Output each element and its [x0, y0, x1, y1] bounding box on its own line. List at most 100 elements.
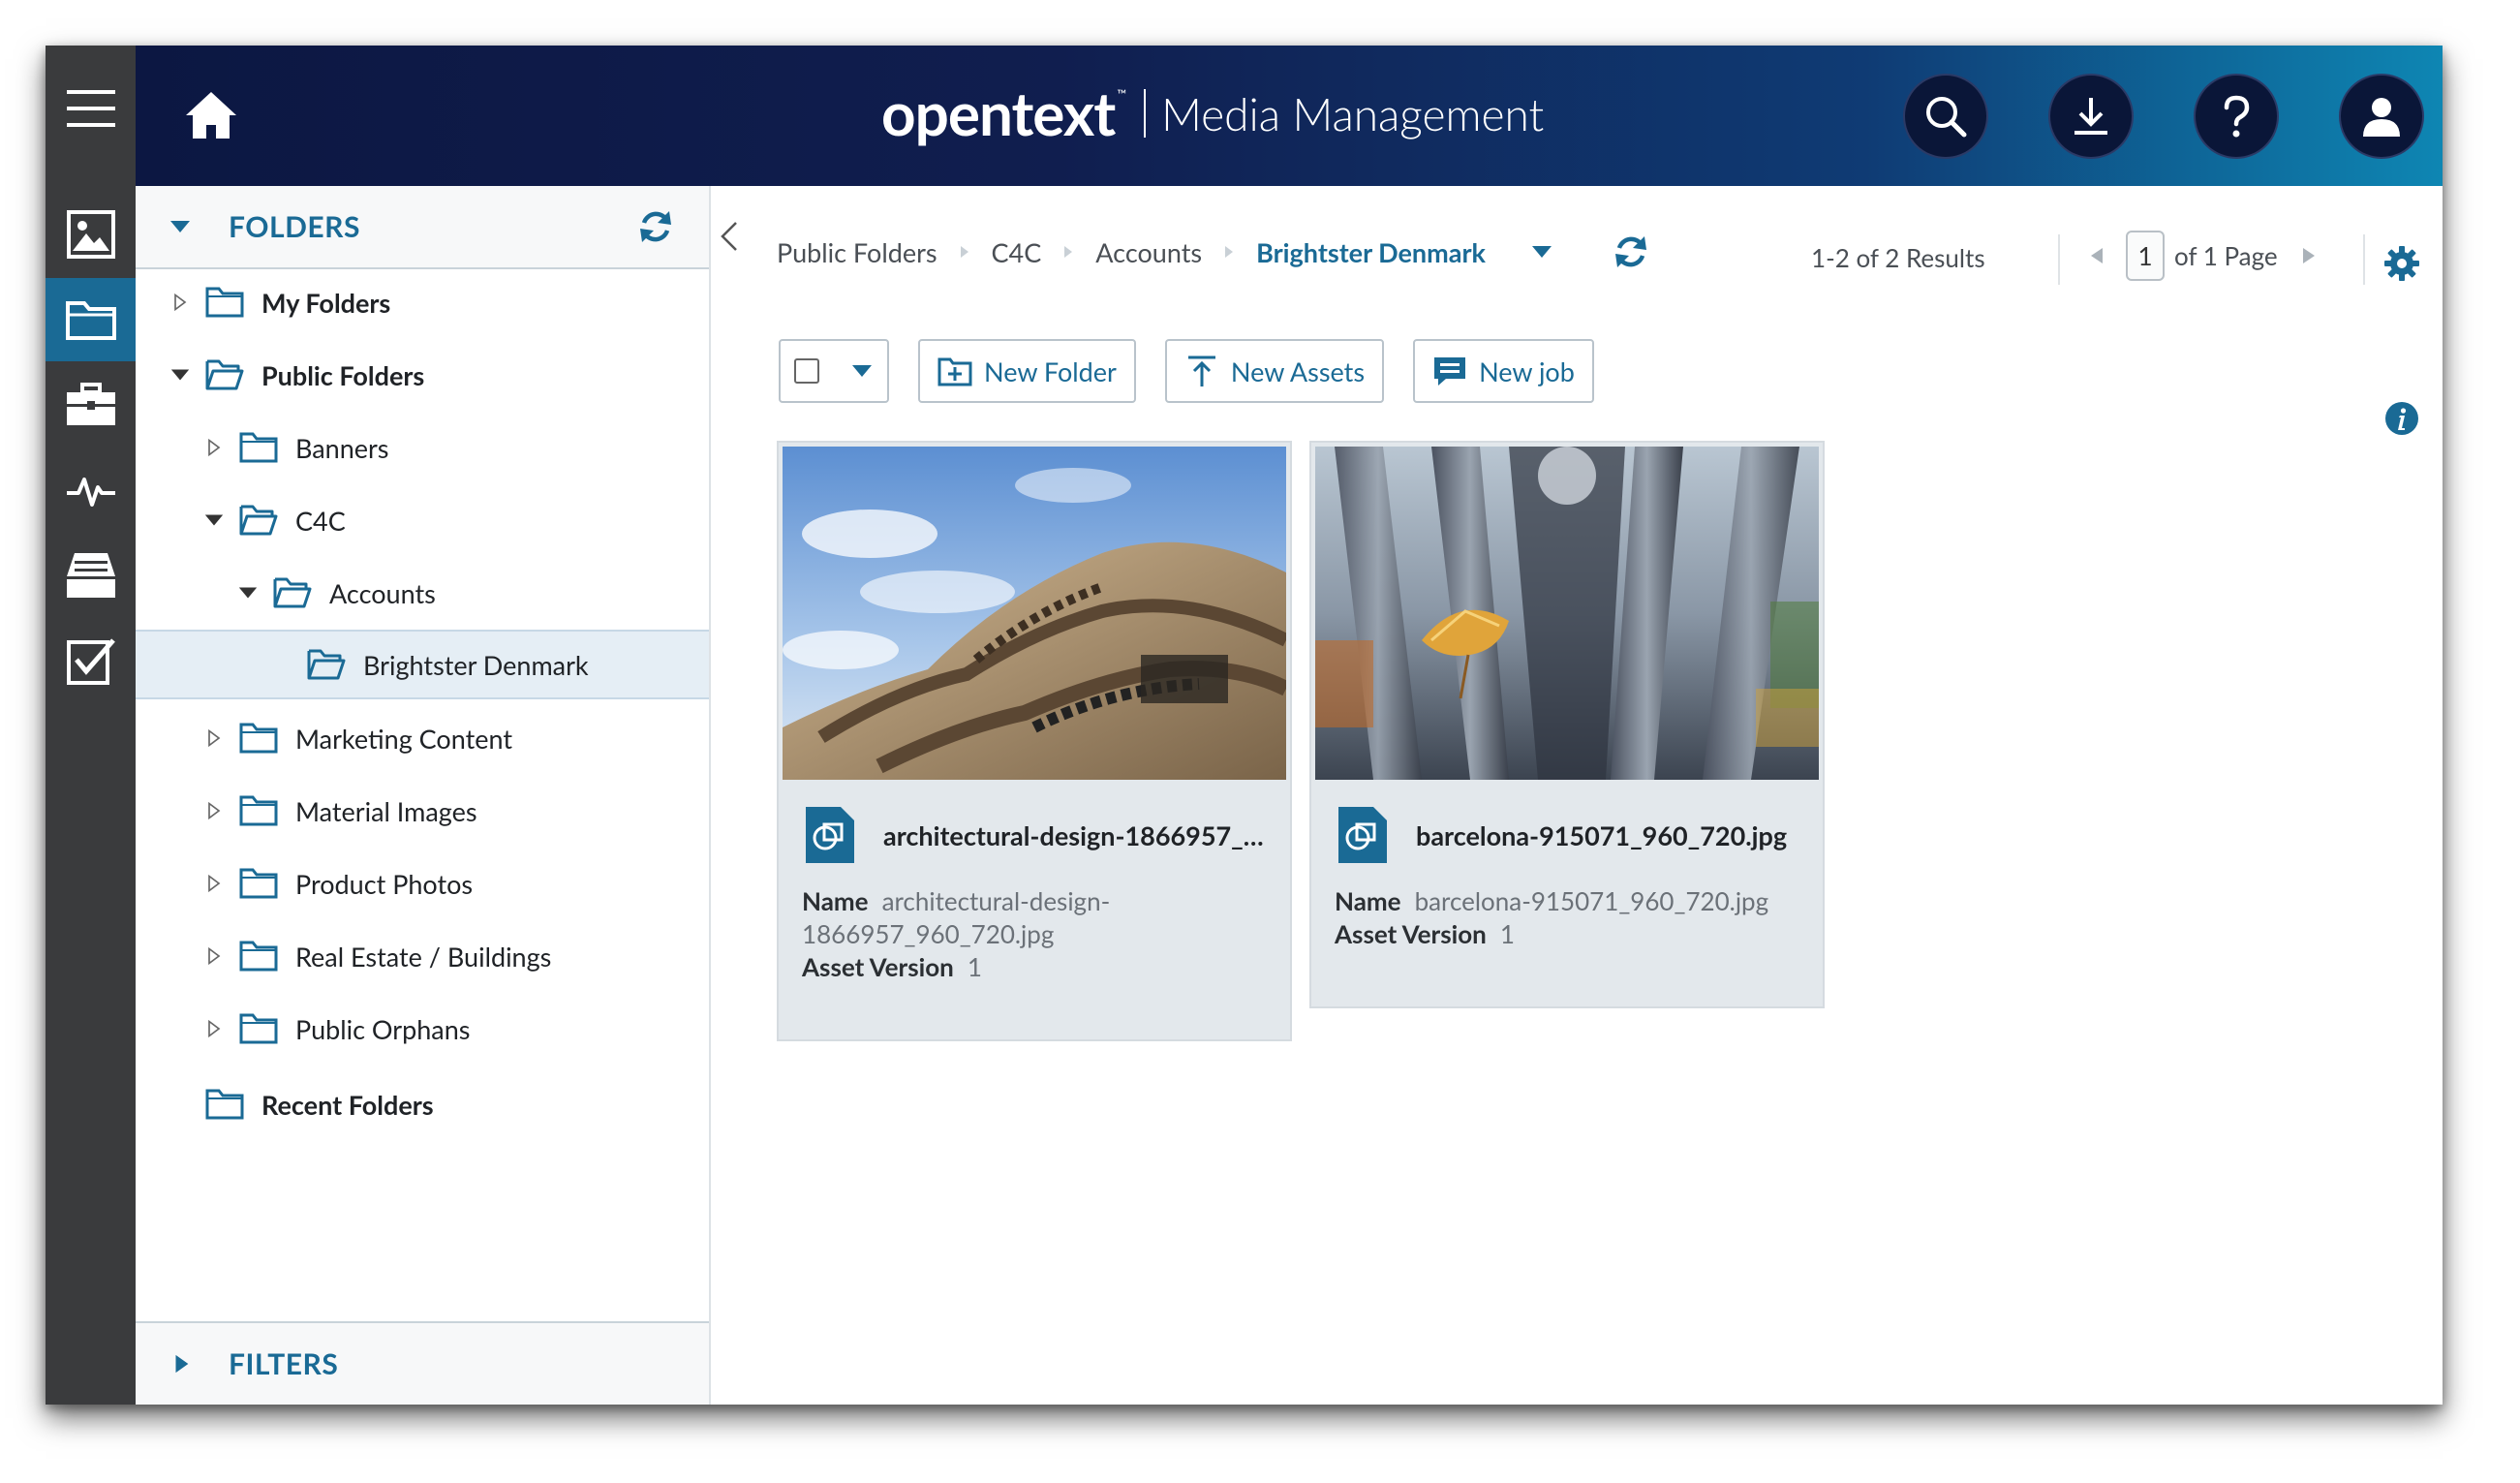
tree-node-label: C4C: [295, 504, 346, 537]
breadcrumb-current: Brightster Denmark: [1256, 235, 1486, 268]
asset-thumbnail[interactable]: [1315, 447, 1819, 780]
help-button[interactable]: [2194, 74, 2279, 159]
asset-title[interactable]: architectural-design-1866957_9...: [883, 819, 1267, 851]
tree-node-label: Marketing Content: [295, 722, 513, 755]
search-icon: [1926, 97, 1967, 138]
open-folder-icon: [307, 649, 346, 680]
app-window: opentext ™ Media Management FOLDERS My F…: [46, 46, 2443, 1405]
meta-key: Name: [1335, 885, 1401, 916]
rail-images-button[interactable]: [46, 193, 136, 276]
asset-card[interactable]: barcelona-915071_960_720.jpg Name barcelo…: [1309, 441, 1825, 1008]
breadcrumb-separator-icon: [1064, 246, 1073, 258]
inbox-icon: [66, 553, 115, 598]
expand-arrow-icon[interactable]: [202, 726, 226, 750]
new-job-button[interactable]: New job: [1413, 339, 1594, 403]
collapse-sidebar-icon[interactable]: [717, 217, 742, 256]
expand-arrow-icon[interactable]: [202, 436, 226, 459]
divider: [2363, 234, 2365, 285]
expand-arrow-icon[interactable]: [202, 872, 226, 895]
settings-gear-icon[interactable]: [2382, 244, 2421, 283]
tree-node-c4c[interactable]: C4C: [136, 485, 709, 555]
tree-node-public-folders[interactable]: Public Folders: [136, 340, 709, 410]
collapse-arrow-icon[interactable]: [236, 581, 260, 604]
tree-node-brightster-denmark[interactable]: Brightster Denmark: [136, 630, 709, 699]
breadcrumb-item[interactable]: Public Folders: [777, 236, 937, 268]
folder-icon: [239, 723, 278, 754]
building-photo: [783, 447, 1286, 780]
breadcrumb-dropdown-icon[interactable]: [1530, 240, 1553, 263]
filters-section-header[interactable]: FILTERS: [136, 1321, 709, 1405]
refresh-folders-icon[interactable]: [636, 207, 675, 246]
breadcrumb-item[interactable]: C4C: [992, 236, 1042, 268]
asset-card[interactable]: architectural-design-1866957_9... Name ar…: [777, 441, 1292, 1041]
meta-key: Asset Version: [1335, 918, 1487, 949]
filters-title: FILTERS: [229, 1346, 339, 1381]
cathedral-photo: [1315, 447, 1819, 780]
new-assets-button[interactable]: New Assets: [1164, 339, 1385, 403]
folder-icon: [205, 287, 244, 318]
meta-value: 1: [967, 951, 982, 982]
asset-title-row: barcelona-915071_960_720.jpg: [1311, 780, 1823, 875]
refresh-icon[interactable]: [1612, 232, 1650, 271]
collapse-arrow-icon[interactable]: [202, 509, 226, 532]
app-header: opentext ™ Media Management: [136, 46, 2443, 186]
user-profile-button[interactable]: [2339, 74, 2424, 159]
caret-right-icon: [175, 1354, 189, 1374]
tree-node-label: Recent Folders: [261, 1088, 434, 1121]
rail-jobs-button[interactable]: [46, 363, 136, 447]
expand-arrow-icon[interactable]: [202, 944, 226, 968]
tree-node-real-estate-buildings[interactable]: Real Estate / Buildings: [136, 921, 709, 991]
tree-node-accounts[interactable]: Accounts: [136, 558, 709, 628]
prev-page-icon[interactable]: [2089, 246, 2105, 265]
tree-node-label: Brightster Denmark: [363, 648, 589, 681]
tree-node-label: Public Orphans: [295, 1012, 471, 1045]
page-number-box[interactable]: 1: [2126, 231, 2165, 281]
expand-arrow-icon[interactable]: [202, 1017, 226, 1040]
menu-button[interactable]: [46, 67, 136, 150]
rail-inbox-button[interactable]: [46, 534, 136, 617]
home-icon[interactable]: [182, 86, 240, 144]
select-all-checkbox[interactable]: [794, 358, 819, 384]
next-page-icon[interactable]: [2301, 246, 2317, 265]
breadcrumb-item[interactable]: Accounts: [1095, 236, 1202, 268]
tree-node-label: Accounts: [329, 576, 436, 609]
search-button[interactable]: [1903, 74, 1988, 159]
meta-key: Asset Version: [802, 951, 954, 982]
image-asset-icon: [806, 807, 854, 863]
rail-folders-button[interactable]: [46, 278, 136, 361]
rail-activity-button[interactable]: [46, 448, 136, 532]
tree-node-label: Banners: [295, 431, 389, 464]
expand-arrow-icon[interactable]: [202, 799, 226, 822]
meta-value: architectural-design-: [881, 885, 1111, 916]
asset-metadata: Name architectural-design- 1866957_960_72…: [779, 875, 1290, 983]
divider: [2058, 234, 2060, 285]
tree-node-recent-folders[interactable]: Recent Folders: [136, 1069, 709, 1139]
tree-node-material-images[interactable]: Material Images: [136, 776, 709, 846]
rail-tasks-button[interactable]: [46, 619, 136, 702]
tree-node-my-folders[interactable]: My Folders: [136, 267, 709, 337]
breadcrumb-separator-icon: [1225, 246, 1234, 258]
info-icon[interactable]: [2384, 401, 2419, 436]
asset-thumbnail[interactable]: [783, 447, 1286, 780]
tree-node-public-orphans[interactable]: Public Orphans: [136, 994, 709, 1064]
help-icon: [2224, 95, 2250, 138]
tree-node-banners[interactable]: Banners: [136, 413, 709, 482]
folders-section-header[interactable]: FOLDERS: [136, 186, 709, 269]
new-folder-label: New Folder: [984, 355, 1117, 387]
select-all-dropdown[interactable]: [779, 339, 889, 403]
asset-title[interactable]: barcelona-915071_960_720.jpg: [1416, 819, 1787, 851]
pagination: 1 of 1 Page: [2089, 231, 2317, 281]
download-button[interactable]: [2048, 74, 2134, 159]
user-icon: [2363, 98, 2400, 137]
new-job-label: New job: [1479, 355, 1575, 387]
tree-node-marketing-content[interactable]: Marketing Content: [136, 703, 709, 773]
expand-arrow-icon[interactable]: [169, 291, 192, 314]
open-folder-icon: [205, 359, 244, 390]
add-folder-icon: [937, 357, 972, 386]
new-folder-button[interactable]: New Folder: [918, 339, 1136, 403]
tree-node-product-photos[interactable]: Product Photos: [136, 849, 709, 918]
breadcrumb: Public Folders C4C Accounts Brightster D…: [777, 232, 1650, 271]
folder-icon: [239, 941, 278, 972]
collapse-arrow-icon[interactable]: [169, 363, 192, 386]
